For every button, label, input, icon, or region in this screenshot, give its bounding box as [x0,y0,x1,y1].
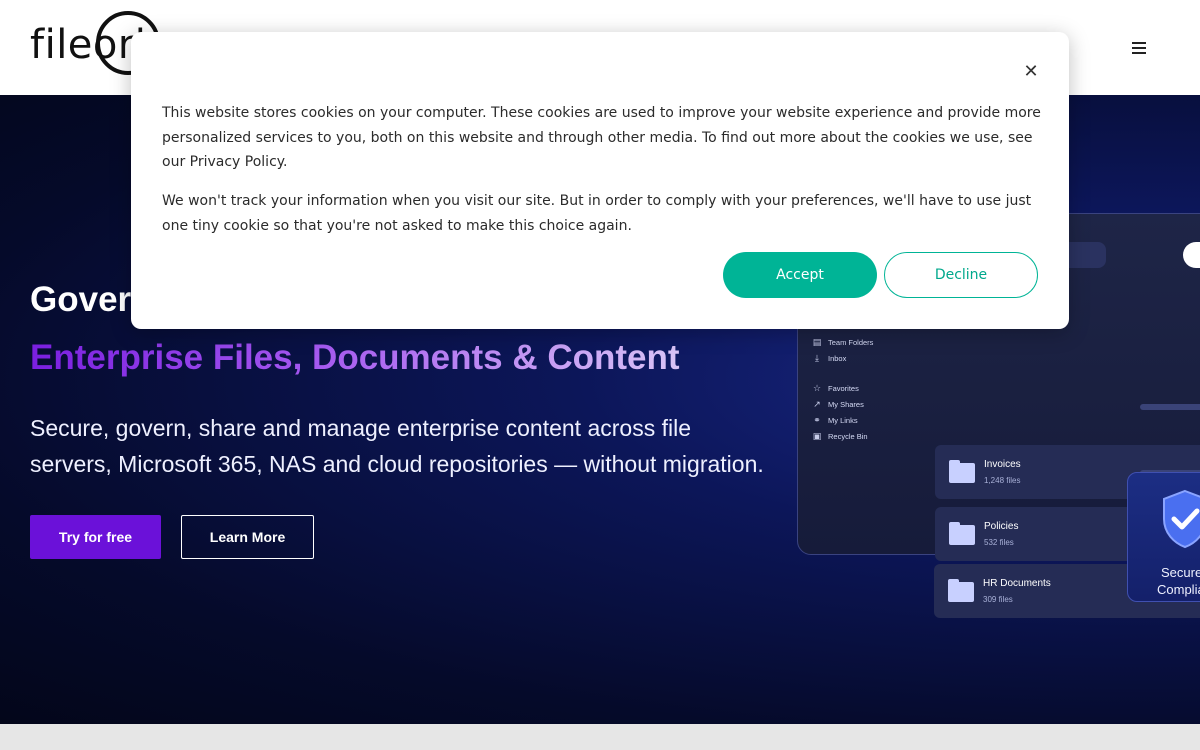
mockup-nav-item: ⚭ My Links [813,415,858,425]
decline-button[interactable]: Decline [884,252,1038,298]
inbox-icon: ⤓ [815,353,819,363]
mockup-bar [1140,404,1200,410]
team-folders-icon: ▤ [812,337,822,347]
folder-name: Invoices [984,459,1021,470]
hero-description: Secure, govern, share and manage enterpr… [30,415,764,477]
learn-more-button[interactable]: Learn More [181,515,314,559]
shield-check-icon [1163,489,1200,549]
badge-line-1: Secure [1161,565,1200,580]
badge-line-2: Complia [1157,582,1200,597]
secure-compliance-badge: Secure Complia [1127,472,1200,602]
folder-count: 532 files [984,538,1014,547]
star-icon: ☆ [812,383,822,393]
trash-icon: ▣ [812,431,822,441]
share-icon: ↗ [813,399,821,409]
folder-count: 309 files [983,595,1013,604]
folder-icon [949,522,975,546]
hero-subtitle: Enterprise Files, Documents & Content [30,338,680,377]
folder-icon [949,460,975,484]
mockup-nav-item: ↗ My Shares [813,399,864,409]
mockup-nav-item: ▣ Recycle Bin [812,431,868,441]
try-for-free-button[interactable]: Try for free [30,515,161,559]
folder-count: 1,248 files [984,476,1021,485]
accept-button[interactable]: Accept [723,252,877,298]
mockup-sidebar: ▭Private Network Folders ▤Team Folders ⤓… [812,318,908,444]
folder-icon [948,579,974,603]
mockup-nav-item: ▤ Team Folders [812,337,874,347]
cookie-text-2: We won't track your information when you… [162,193,1032,234]
close-icon[interactable]: ✕ [1021,62,1041,82]
hamburger-menu-icon[interactable] [1132,42,1152,58]
cookie-consent-dialog: ✕ This website stores cookies on your co… [131,32,1069,329]
mockup-nav-item: ⤓ Inbox [812,350,908,366]
link-icon: ⚭ [813,415,821,425]
mockup-nav-item: ☆ Favorites [812,383,859,393]
bottom-strip [0,724,1200,750]
cookie-text-1: This website stores cookies on your comp… [162,105,1041,170]
folder-name: HR Documents [983,578,1051,589]
mockup-toggle [1183,242,1200,268]
folder-name: Policies [984,521,1019,532]
